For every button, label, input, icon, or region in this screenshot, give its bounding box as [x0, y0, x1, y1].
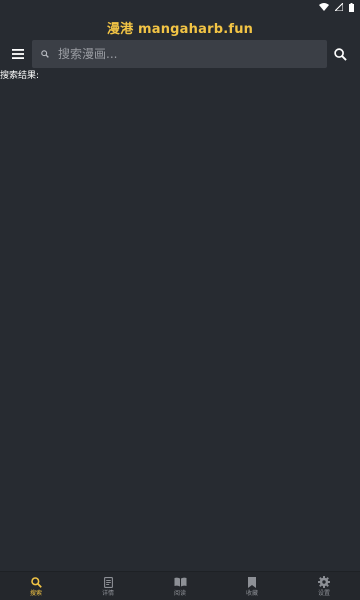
- search-box: [32, 40, 327, 68]
- search-input[interactable]: [56, 41, 327, 67]
- signal-icon: [335, 3, 343, 11]
- nav-item-favorites[interactable]: 收藏: [216, 572, 288, 600]
- search-toolbar: [0, 40, 360, 68]
- wifi-icon: [319, 3, 329, 11]
- status-bar: [0, 0, 360, 14]
- nav-item-details[interactable]: 详情: [72, 572, 144, 600]
- bottom-navigation: 搜索 详情 阅读 收藏 设置: [0, 571, 360, 600]
- battery-icon: [349, 2, 354, 12]
- app-title: 漫港 mangaharb.fun: [106, 22, 254, 37]
- nav-item-search[interactable]: 搜索: [0, 572, 72, 600]
- menu-button[interactable]: [6, 42, 30, 66]
- gear-icon: [318, 575, 330, 589]
- nav-label-read: 阅读: [173, 590, 186, 597]
- bookmark-icon: [248, 575, 256, 589]
- nav-label-details: 详情: [101, 590, 114, 597]
- search-results-label: 搜索结果:: [0, 71, 40, 81]
- search-field-icon: [34, 50, 56, 58]
- document-icon: [103, 575, 113, 589]
- nav-item-settings[interactable]: 设置: [288, 572, 360, 600]
- search-button[interactable]: [328, 42, 352, 66]
- nav-label-settings: 设置: [317, 590, 330, 597]
- nav-item-read[interactable]: 阅读: [144, 572, 216, 600]
- search-icon: [30, 575, 42, 589]
- search-icon: [333, 47, 347, 61]
- menu-icon: [12, 49, 24, 59]
- nav-label-search: 搜索: [29, 590, 42, 597]
- nav-label-favorites: 收藏: [245, 590, 258, 597]
- book-icon: [174, 575, 187, 589]
